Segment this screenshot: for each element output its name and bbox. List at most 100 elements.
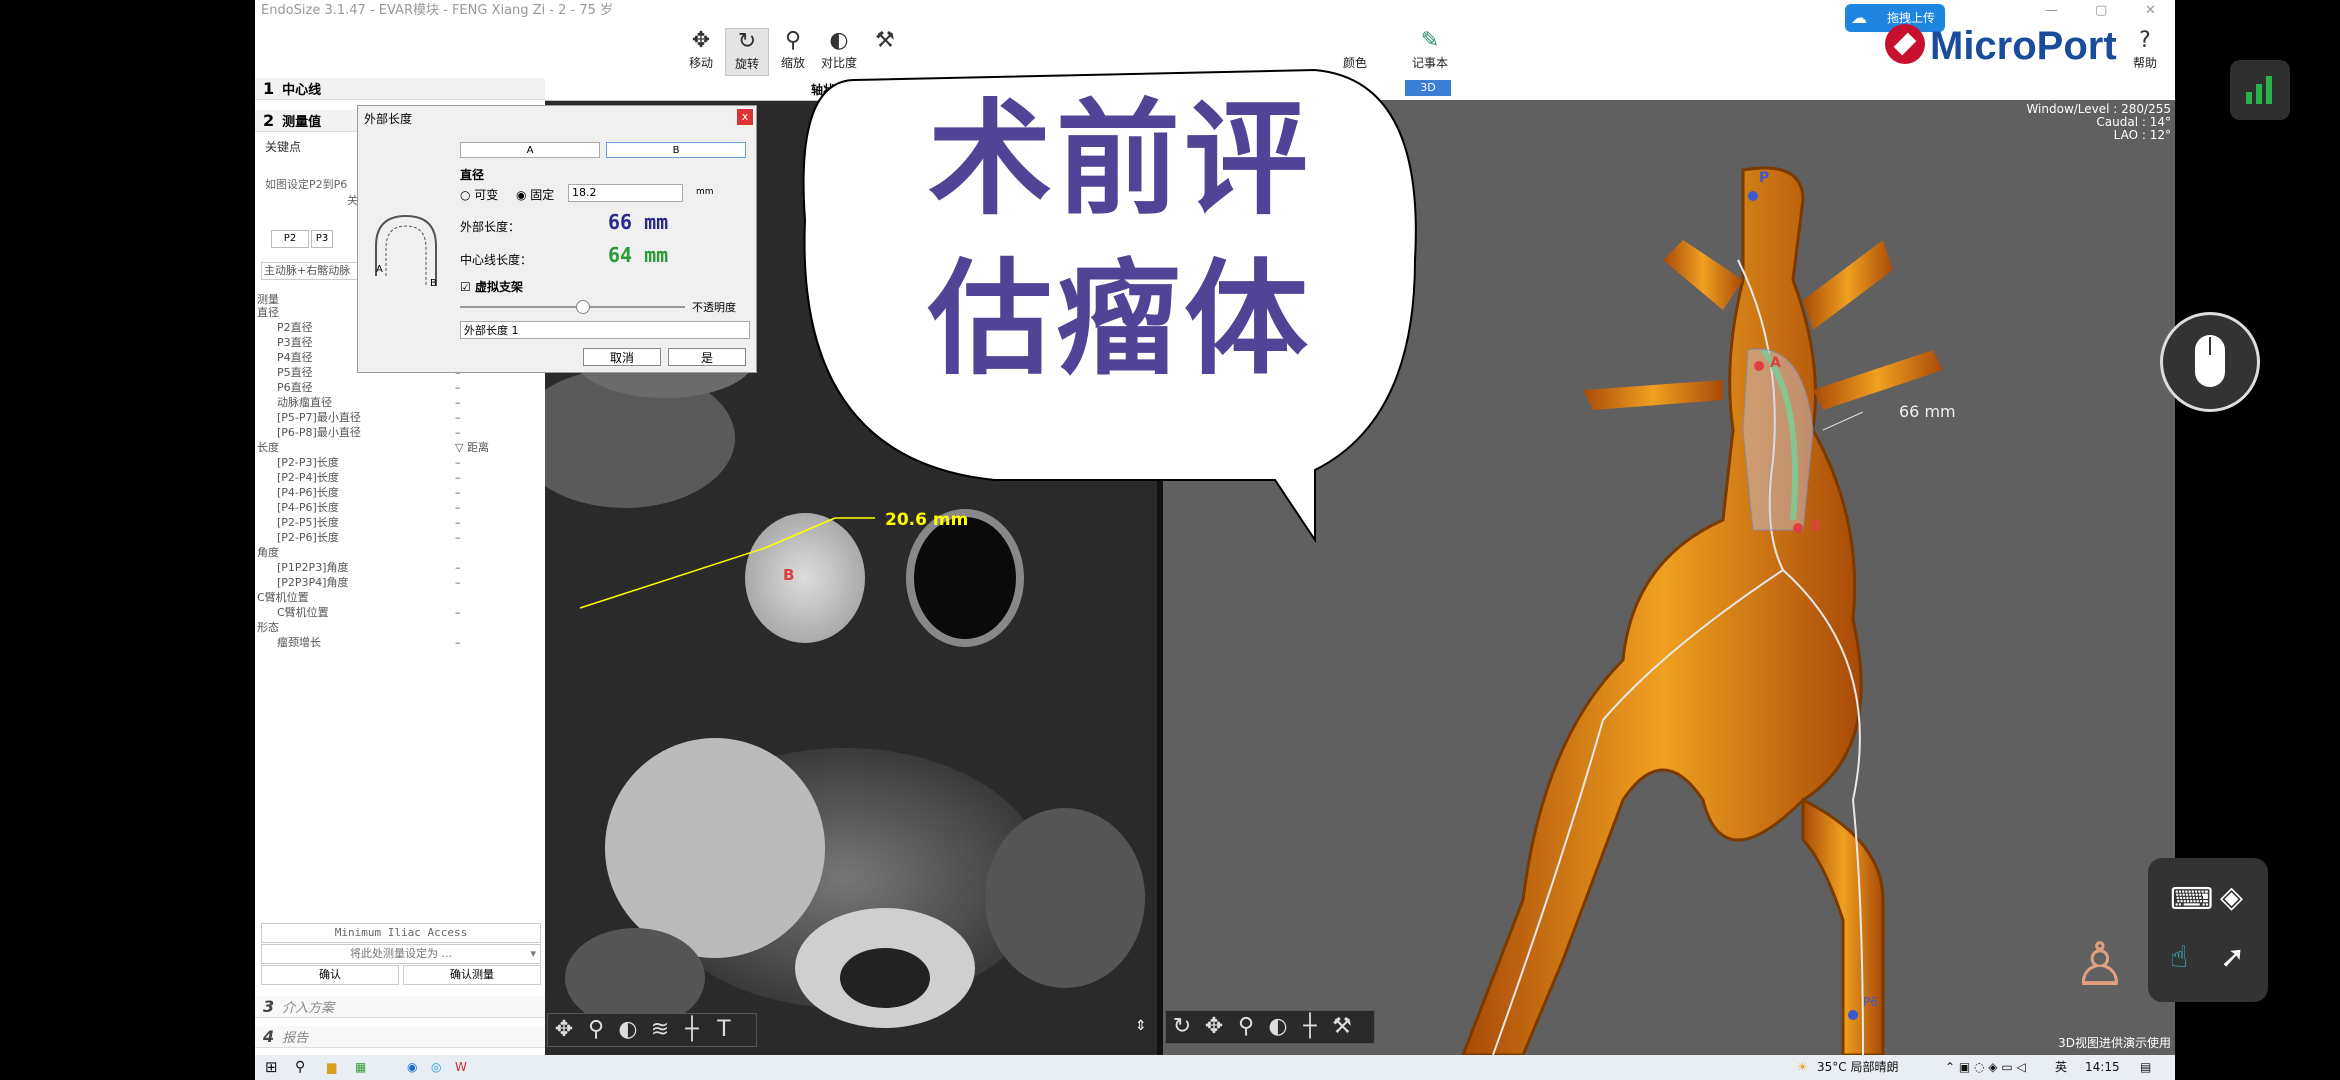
search-icon[interactable]: ⚲ — [295, 1058, 305, 1077]
maximize-button[interactable]: ▢ — [2095, 0, 2107, 22]
crosshair-icon[interactable]: ┼ — [676, 1014, 708, 1046]
close-window-button[interactable]: ✕ — [2145, 0, 2156, 22]
vessel-select[interactable]: 主动脉+右髂动脉 — [261, 262, 365, 280]
ok-button[interactable]: 是 — [668, 348, 746, 366]
contrast-icon[interactable]: ◐ — [612, 1014, 644, 1046]
set-measure-select[interactable]: 将此处测量设定为 ... ▾ — [261, 944, 541, 964]
opacity-slider[interactable] — [460, 300, 685, 314]
tree-item-label: C臂机位置 — [257, 591, 309, 604]
zoom-icon: ⚲ — [784, 28, 802, 53]
select-a-button[interactable]: A — [460, 142, 600, 158]
contrast-icon: ◐ — [829, 28, 849, 53]
rotate-tool-button[interactable]: ↻ 旋转 — [725, 28, 769, 76]
zoom-icon[interactable]: ⚲ — [1230, 1011, 1262, 1043]
input-language[interactable]: 英 — [2055, 1058, 2067, 1077]
help-icon: ? — [2139, 28, 2151, 53]
tree-item-value: ▽ 距离 — [455, 441, 489, 454]
cancel-button[interactable]: 取消 — [583, 348, 661, 366]
overlay-line-2: 估瘤体 — [927, 248, 1312, 392]
browser-icon[interactable]: ◉ — [407, 1058, 417, 1077]
center-length-label: 中心线长度： — [460, 253, 533, 267]
fixed-diameter-input[interactable]: 18.2 — [568, 184, 683, 202]
move-icon[interactable]: ✥ — [548, 1014, 580, 1046]
tree-item[interactable]: [P4-P6]长度 – — [255, 500, 545, 515]
keyboard-icon[interactable]: ⌨ — [2170, 882, 2213, 917]
p2-button[interactable]: P2 — [271, 230, 309, 248]
zoom-icon[interactable]: ⚲ — [580, 1014, 612, 1046]
virtual-stent-checkbox[interactable]: ☑ 虚拟支架 — [460, 278, 523, 295]
opacity-slider-handle[interactable] — [576, 300, 590, 314]
signal-button[interactable] — [2230, 60, 2290, 120]
tree-item-label: 角度 — [257, 546, 279, 559]
caudal-readout: Caudal : 14° — [2096, 115, 2171, 129]
dialog-close-button[interactable]: x — [737, 109, 753, 125]
tree-item[interactable]: [P2-P5]长度 – — [255, 515, 545, 530]
tree-group[interactable]: 长度 ▽ 距离 — [255, 440, 545, 455]
help-button[interactable]: ? 帮助 — [2125, 28, 2165, 76]
body-orientation-icon: ♙ — [2073, 930, 2127, 1000]
tray-icons[interactable]: ⌃ ▣ ◌ ◈ ▭ ◁ — [1945, 1058, 2026, 1077]
step-intervention-plan[interactable]: 3 介入方案 — [255, 996, 545, 1018]
folder-icon[interactable]: ▆ — [327, 1058, 336, 1077]
tree-item[interactable]: [P5-P7]最小直径 – — [255, 410, 545, 425]
tree-item[interactable]: [P2-P4]长度 – — [255, 470, 545, 485]
step-report[interactable]: 4 报告 — [255, 1026, 545, 1048]
overlay-line-1: 术前评 — [927, 88, 1312, 232]
text-icon[interactable]: T — [708, 1014, 740, 1046]
confirm-button[interactable]: 确认 — [261, 965, 399, 985]
touch-icon[interactable]: ☝ — [2170, 940, 2188, 975]
tree-item[interactable]: 瘤颈增长 – — [255, 635, 545, 650]
scroll-arrows-icon[interactable]: ⇕ — [1135, 1018, 1147, 1034]
layers-icon[interactable]: ◈ — [2220, 880, 2243, 915]
lao-readout: LAO : 12° — [2113, 128, 2171, 142]
move-icon[interactable]: ✥ — [1198, 1011, 1230, 1043]
chevron-down-icon: ▾ — [530, 947, 536, 960]
tree-item[interactable]: [P4-P6]长度 – — [255, 485, 545, 500]
contrast-icon[interactable]: ◐ — [1262, 1011, 1294, 1043]
view3d-footer-note: 3D视图进供演示使用 — [2058, 1036, 2171, 1050]
tree-group[interactable]: C臂机位置 — [255, 590, 545, 605]
tree-item[interactable]: [P2-P3]长度 – — [255, 455, 545, 470]
variable-radio[interactable]: ○ 可变 — [460, 186, 498, 203]
cursor-icon[interactable]: ➚ — [2220, 940, 2245, 975]
step-centerline[interactable]: 1 中心线 — [255, 78, 545, 100]
step-label: 中心线 — [282, 83, 322, 98]
fixed-radio[interactable]: ◉ 固定 — [516, 186, 554, 203]
mouse-mode-button[interactable] — [2160, 312, 2260, 412]
wps-icon[interactable]: W — [455, 1058, 467, 1077]
minimize-button[interactable]: — — [2045, 0, 2058, 22]
tree-item[interactable]: P6直径 – — [255, 380, 545, 395]
rotate-icon: ↻ — [737, 29, 757, 54]
crosshair-icon[interactable]: ┼ — [1294, 1011, 1326, 1043]
fixed-label: 固定 — [530, 188, 555, 202]
tree-item[interactable]: [P6-P8]最小直径 – — [255, 425, 545, 440]
browser2-icon[interactable]: ◎ — [431, 1058, 441, 1077]
tree-item[interactable]: [P2P3P4]角度 – — [255, 575, 545, 590]
start-icon[interactable]: ⊞ — [265, 1058, 278, 1077]
clock[interactable]: 14:15 — [2085, 1058, 2120, 1077]
mouse-icon — [2195, 335, 2225, 387]
axial-toolbar: ✥ ⚲ ◐ ≋ ┼ T — [547, 1013, 757, 1047]
tree-item[interactable]: 动脉瘤直径 – — [255, 395, 545, 410]
move-tool-button[interactable]: ✥ 移动 — [679, 28, 723, 76]
tree-group[interactable]: 角度 — [255, 545, 545, 560]
tree-item-label: 动脉瘤直径 — [277, 396, 332, 409]
notification-icon[interactable]: ▤ — [2140, 1058, 2151, 1077]
select-b-button[interactable]: B — [606, 142, 746, 158]
wrench-icon[interactable]: ⚒ — [1326, 1011, 1358, 1043]
layers-icon[interactable]: ≋ — [644, 1014, 676, 1046]
measurement-name-input[interactable]: 外部长度 1 — [460, 321, 750, 339]
tree-item[interactable]: C臂机位置 – — [255, 605, 545, 620]
min-iliac-access-button[interactable]: Minimum Iliac Access — [261, 923, 541, 943]
rotate-icon[interactable]: ↻ — [1166, 1011, 1198, 1043]
tree-item[interactable]: [P2-P6]长度 – — [255, 530, 545, 545]
tree-item[interactable]: [P1P2P3]角度 – — [255, 560, 545, 575]
tree-item-label: [P2-P3]长度 — [277, 456, 339, 469]
confirm-measure-button[interactable]: 确认测量 — [403, 965, 541, 985]
p3-button[interactable]: P3 — [311, 230, 333, 248]
app-icon[interactable]: ▦ — [355, 1058, 366, 1077]
move-tool-label: 移动 — [688, 56, 713, 70]
illus-a-label: A — [376, 264, 383, 275]
weather-text[interactable]: 35°C 局部晴朗 — [1817, 1058, 1898, 1077]
tree-group[interactable]: 形态 — [255, 620, 545, 635]
